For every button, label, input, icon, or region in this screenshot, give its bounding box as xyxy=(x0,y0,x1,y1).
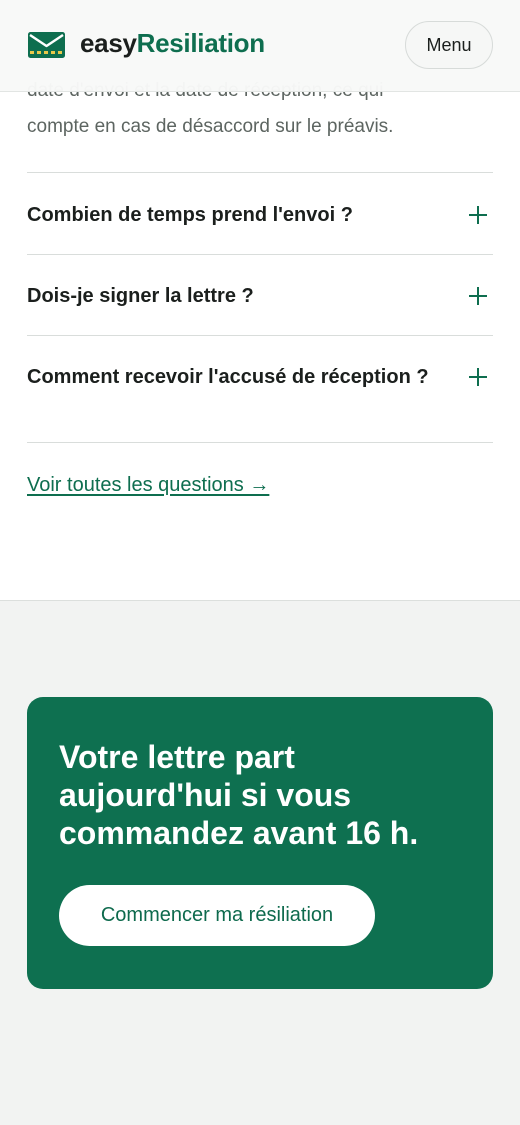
intro-text: compte en cas de désaccord sur le préavi… xyxy=(27,116,394,137)
site-header: easyResiliation Menu xyxy=(0,0,520,92)
logo-text-resiliation: Resiliation xyxy=(136,28,265,58)
cta-card: Votre lettre part aujourd'hui si vous co… xyxy=(27,697,493,989)
cta-title: Votre lettre part aujourd'hui si vous co… xyxy=(59,739,419,851)
logo[interactable]: easyResiliation xyxy=(28,28,265,60)
faq-item[interactable]: Combien de temps prend l'envoi ? xyxy=(27,172,493,254)
logo-text-easy: easy xyxy=(80,28,137,58)
start-cancellation-button[interactable]: Commencer ma résiliation xyxy=(59,885,375,946)
menu-button[interactable]: Menu xyxy=(405,21,493,69)
faq-question: Dois-je signer la lettre ? xyxy=(27,285,254,307)
faq-list: Combien de temps prend l'envoi ? Dois-je… xyxy=(27,172,493,443)
envelope-logo-icon xyxy=(28,32,65,58)
plus-icon[interactable] xyxy=(469,206,487,224)
faq-question: Combien de temps prend l'envoi ? xyxy=(27,204,353,226)
all-questions-link[interactable]: Voir toutes les questions → xyxy=(27,474,269,497)
faq-item[interactable]: Dois-je signer la lettre ? xyxy=(27,254,493,335)
faq-question: Comment recevoir l'accusé de réception ? xyxy=(27,366,429,388)
faq-item[interactable]: Comment recevoir l'accusé de réception ? xyxy=(27,335,493,443)
logo-wordmark: easyResiliation xyxy=(80,28,265,58)
plus-icon[interactable] xyxy=(469,368,487,386)
plus-icon[interactable] xyxy=(469,287,487,305)
